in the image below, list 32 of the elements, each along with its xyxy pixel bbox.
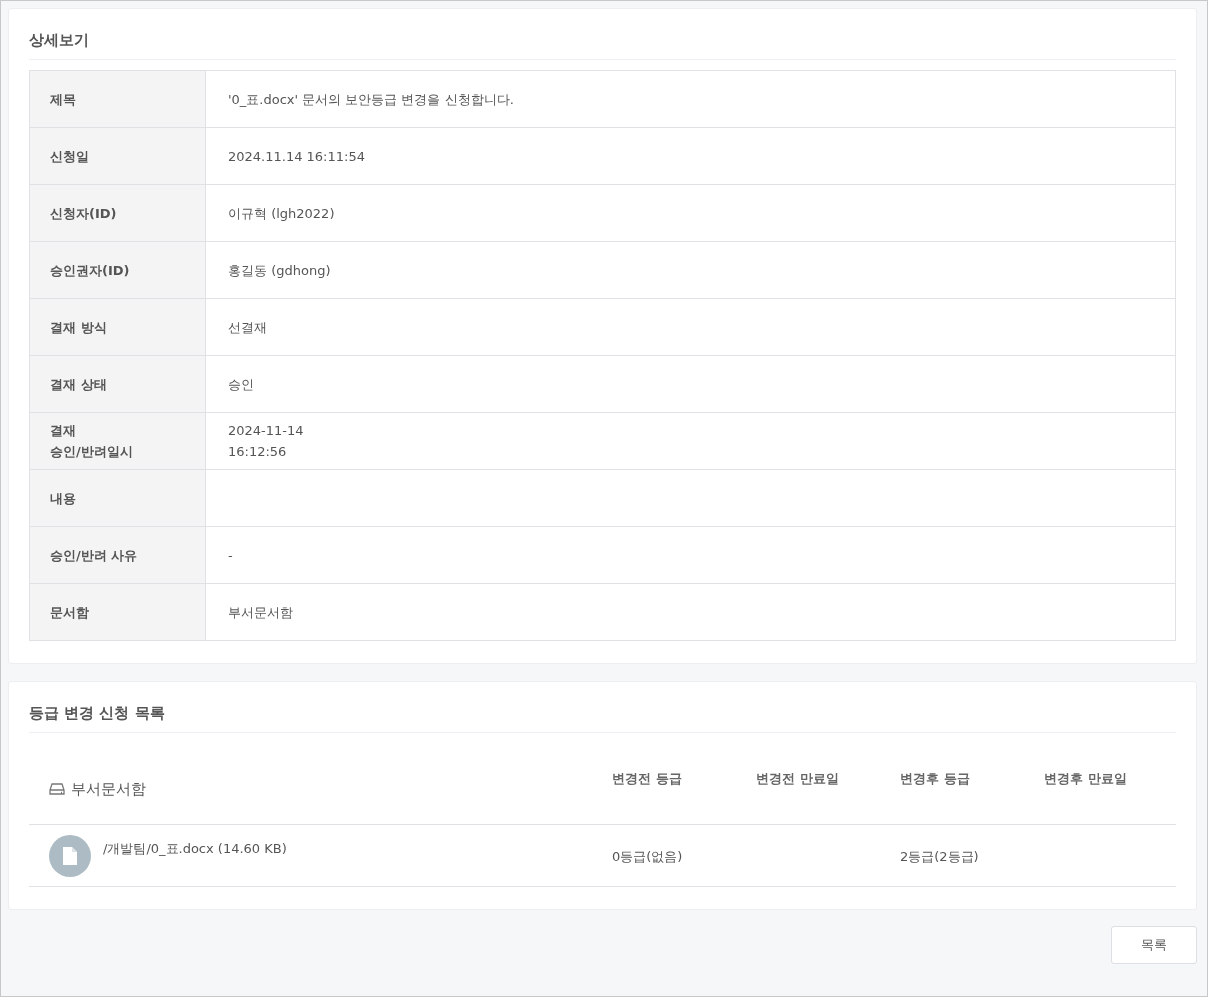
field-label: 신청일 (30, 127, 206, 184)
field-value: 홍길동 (gdhong) (206, 241, 1175, 298)
field-value: - (206, 526, 1175, 583)
list-button[interactable]: 목록 (1111, 926, 1197, 964)
table-cell-text: 0등급(없음) (611, 847, 683, 866)
field-value: 2024-11-14 16:12:56 (206, 412, 1175, 469)
field-value: 승인 (206, 355, 1175, 412)
field-label: 승인권자(ID) (30, 241, 206, 298)
column-header: 변경후 등급 (899, 769, 970, 788)
drive-icon (49, 782, 65, 796)
field-label: 문서함 (30, 583, 206, 640)
field-label: 결재 상태 (30, 355, 206, 412)
field-label: 내용 (30, 469, 206, 526)
column-header: 변경전 만료일 (755, 769, 839, 788)
field-value: 선결재 (206, 298, 1175, 355)
field-label: 신청자(ID) (30, 184, 206, 241)
field-label: 승인/반려 사유 (30, 526, 206, 583)
field-label: 결재 방식 (30, 298, 206, 355)
field-value: 2024.11.14 16:11:54 (206, 127, 1175, 184)
field-value: 이규혁 (lgh2022) (206, 184, 1175, 241)
section-title: 등급 변경 신청 목록 (29, 682, 1176, 733)
table-cell-text: 2등급(2등급) (899, 847, 979, 866)
field-value: '0_표.docx' 문서의 보안등급 변경을 신청합니다. (227, 90, 515, 109)
field-value: 부서문서함 (206, 583, 1175, 640)
field-label: 제목 (30, 71, 206, 127)
file-icon (49, 834, 91, 877)
section-title: 상세보기 (29, 9, 1176, 60)
file-name: /개발팀/0_표.docx (14.60 KB) (103, 839, 287, 858)
column-header: 변경전 등급 (611, 769, 682, 788)
column-header: 변경후 만료일 (1043, 769, 1127, 788)
folder-name: 부서문서함 (71, 779, 146, 799)
field-label: 결재 승인/반려일시 (30, 412, 206, 469)
